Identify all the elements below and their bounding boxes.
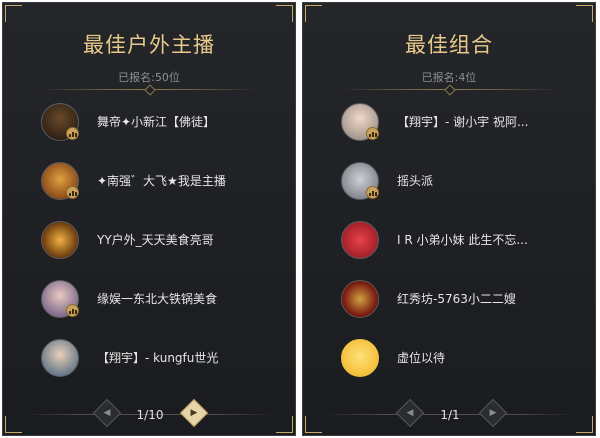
rank-badge-icon	[366, 127, 379, 140]
candidate-name[interactable]: YY户外_天天美食亮哥	[97, 231, 214, 248]
candidate-item[interactable]: 摇头派	[341, 162, 581, 206]
streamer-avatar-5[interactable]	[41, 339, 79, 377]
candidate-name[interactable]: I R 小弟小妹 此生不忘...	[397, 231, 528, 248]
pagination: ◀ 1/1 ▶	[303, 398, 595, 429]
next-page-button[interactable]: ▶	[179, 398, 209, 428]
chevron-right-icon: ▶	[190, 407, 198, 418]
corner-ornament	[576, 5, 593, 22]
candidate-name[interactable]: 缘娱一东北大铁锅美食	[97, 290, 217, 307]
candidate-item[interactable]: 缘娱一东北大铁锅美食	[41, 280, 281, 324]
rank-badge-icon	[66, 127, 79, 140]
candidate-item[interactable]: 【翔宇】- 谢小宇 祝阿...	[341, 103, 581, 147]
candidate-item[interactable]: YY户外_天天美食亮哥	[41, 221, 281, 265]
chevron-left-icon: ◀	[406, 407, 414, 418]
candidate-name[interactable]: 虚位以待	[397, 349, 445, 366]
candidate-item[interactable]: 红秀坊-5763小二二嫂	[341, 280, 581, 324]
chevron-left-icon: ◀	[103, 407, 111, 418]
rank-badge-icon	[366, 186, 379, 199]
candidate-name[interactable]: 红秀坊-5763小二二嫂	[397, 290, 516, 307]
corner-ornament	[305, 5, 322, 22]
candidate-item[interactable]: 【翔宇】- kungfu世光	[41, 339, 281, 383]
candidate-name[interactable]: 【翔宇】- 谢小宇 祝阿...	[397, 113, 528, 130]
prev-page-button[interactable]: ◀	[92, 398, 122, 428]
page-indicator: 1/10	[136, 408, 164, 422]
registration-count: 已报名:4位	[421, 71, 477, 84]
pagination: ◀ 1/10 ▶	[3, 398, 295, 429]
next-page-button[interactable]: ▶	[478, 398, 508, 428]
page-indicator: 1/1	[440, 408, 460, 422]
placeholder-avatar[interactable]	[341, 339, 379, 377]
best-outdoor-streamer-panel: 最佳户外主播 已报名:50位 舞帝✦小新江【佛徒】 ✦南强゛大飞★我是主播 YY…	[2, 2, 296, 436]
registration-count: 已报名:50位	[118, 71, 180, 84]
candidate-name[interactable]: 摇头派	[397, 172, 433, 189]
candidate-item[interactable]: 虚位以待	[341, 339, 581, 383]
candidate-name[interactable]: 【翔宇】- kungfu世光	[97, 349, 218, 366]
candidate-item[interactable]: I R 小弟小妹 此生不忘...	[341, 221, 581, 265]
rank-badge-icon	[66, 304, 79, 317]
best-group-panel: 最佳组合 已报名:4位 【翔宇】- 谢小宇 祝阿... 摇头派 I R 小弟小妹…	[302, 2, 596, 436]
candidate-name[interactable]: 舞帝✦小新江【佛徒】	[97, 113, 215, 130]
streamer-avatar-3[interactable]	[41, 221, 79, 259]
title-divider	[39, 89, 259, 90]
candidate-item[interactable]: ✦南强゛大飞★我是主播	[41, 162, 281, 206]
panel-title: 最佳户外主播	[83, 33, 215, 57]
panel-title: 最佳组合	[405, 33, 493, 57]
group-avatar-4[interactable]	[341, 280, 379, 318]
candidate-name[interactable]: ✦南强゛大飞★我是主播	[97, 172, 226, 189]
rank-badge-icon	[66, 186, 79, 199]
title-divider	[339, 89, 559, 90]
chevron-right-icon: ▶	[489, 407, 497, 418]
candidate-item[interactable]: 舞帝✦小新江【佛徒】	[41, 103, 281, 147]
corner-ornament	[276, 5, 293, 22]
group-avatar-3[interactable]	[341, 221, 379, 259]
corner-ornament	[5, 5, 22, 22]
